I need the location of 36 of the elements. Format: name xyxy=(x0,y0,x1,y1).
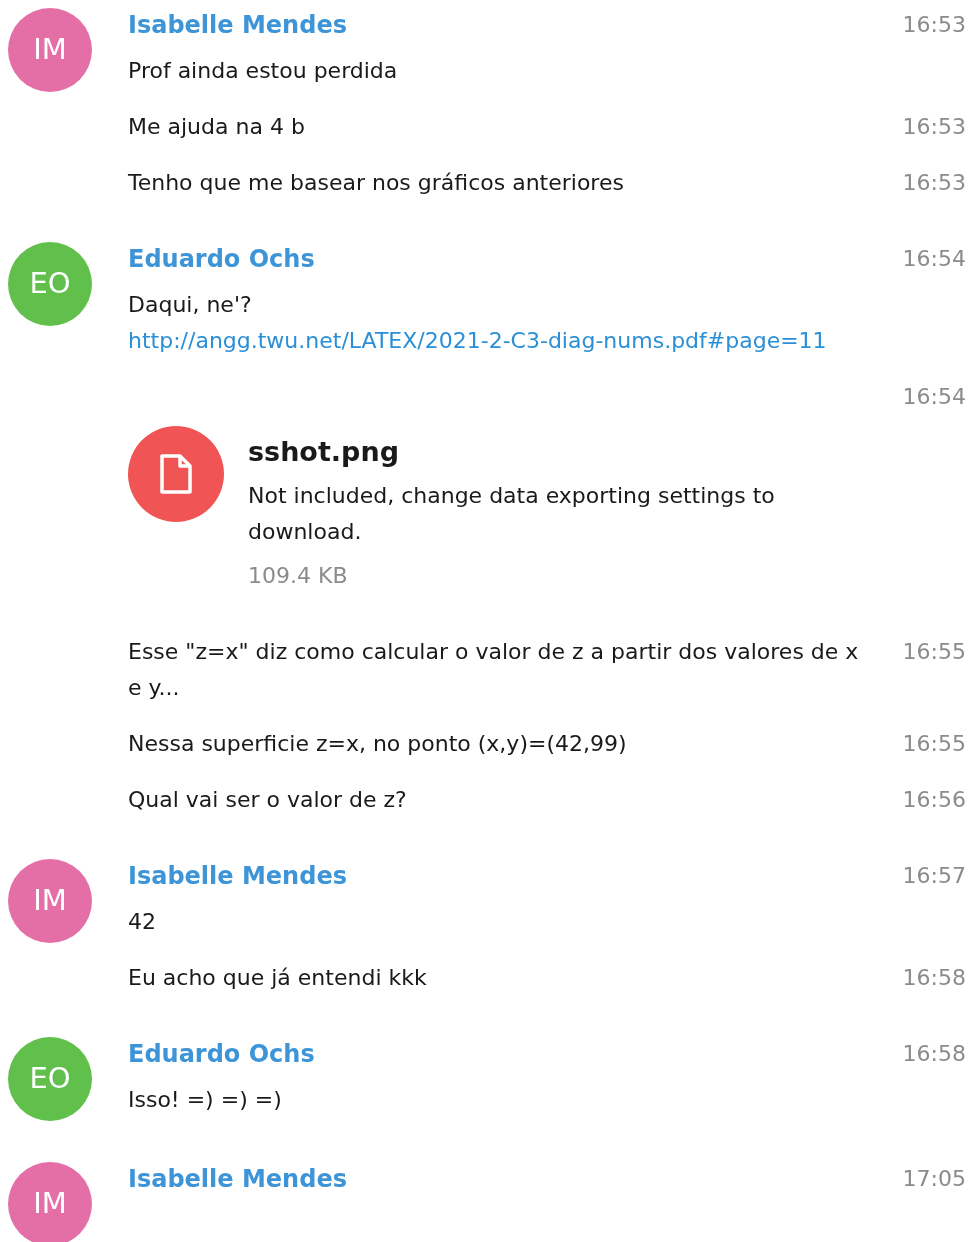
message-text: Me ajuda na 4 b xyxy=(128,113,305,141)
message-text: Esse "z=x" diz como calcular o valor de z a partir dos valores de x e y... xyxy=(128,638,860,702)
avatar-initials: IM xyxy=(33,1185,67,1223)
avatar-initials: IM xyxy=(33,31,67,69)
message-time: 16:55 xyxy=(902,638,966,666)
message-text: Prof ainda estou perdida xyxy=(128,57,398,85)
message-text: Eu acho que já entendi kkk xyxy=(128,964,427,992)
avatar-initials: EO xyxy=(29,265,71,303)
message-time: 16:53 xyxy=(902,113,966,141)
message-time: 16:53 xyxy=(902,11,966,39)
message-link[interactable]: http://angg.twu.net/LATEX/2021-2-C3-diag-nums.pdf#page=11 xyxy=(128,323,827,359)
message-time: 16:58 xyxy=(902,1040,966,1068)
message-time: 16:53 xyxy=(902,169,966,197)
file-name: sshot.png xyxy=(248,435,400,469)
avatar-initials: IM xyxy=(33,882,67,920)
sender-name: Eduardo Ochs xyxy=(128,1039,315,1070)
sender-name: Eduardo Ochs xyxy=(128,244,315,275)
message-text: Tenho que me basear nos gráficos anteriores xyxy=(128,169,624,197)
sender-name: Isabelle Mendes xyxy=(128,1164,347,1195)
message-time: 16:58 xyxy=(902,964,966,992)
avatar-initials: EO xyxy=(29,1060,71,1098)
message-time: 16:57 xyxy=(902,862,966,890)
sender-name: Isabelle Mendes xyxy=(128,861,347,892)
message-time: 17:05 xyxy=(902,1165,966,1193)
message-time: 16:55 xyxy=(902,730,966,758)
file-note: Not included, change data exporting settings to download. xyxy=(248,482,776,546)
message-time: 16:56 xyxy=(902,786,966,814)
message-text: Isso! =) =) =) xyxy=(128,1086,282,1114)
message-time: 16:54 xyxy=(902,245,966,273)
sender-name: Isabelle Mendes xyxy=(128,10,347,41)
message-text: 42 xyxy=(128,908,156,936)
message-text: Daqui, ne'? xyxy=(128,291,252,319)
message-text: Nessa superficie z=x, no ponto (x,y)=(42,99) xyxy=(128,730,627,758)
file-size: 109.4 KB xyxy=(248,562,349,590)
message-text: Qual vai ser o valor de z? xyxy=(128,786,407,814)
message-time: 16:54 xyxy=(902,383,966,411)
